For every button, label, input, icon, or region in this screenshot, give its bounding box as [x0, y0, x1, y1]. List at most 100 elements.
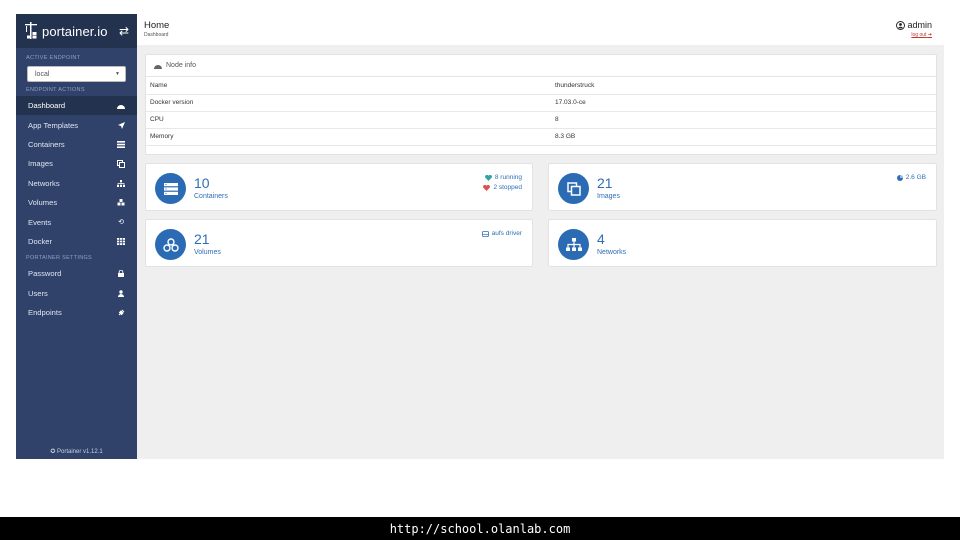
user-circle-icon [896, 20, 906, 30]
caret-down-icon: ▼ [115, 71, 120, 77]
portainer-settings-title: PORTAINER SETTINGS [26, 255, 93, 262]
networks-label: Networks [597, 249, 627, 256]
page-title: Home [144, 20, 170, 31]
version-footer: ✪ Portainer v1.12.1 [16, 448, 137, 455]
cubes-icon [155, 229, 186, 260]
running-count: 8 running [494, 174, 522, 181]
heartbeat-icon [483, 185, 491, 191]
containers-count: 10 [194, 175, 210, 191]
stopped-count: 2 stopped [493, 184, 522, 191]
images-size-row: 2.6 GB [896, 173, 926, 183]
brand-name: portainer.io [42, 23, 108, 39]
volumes-driver-row: aufs driver [481, 229, 522, 239]
sidebar-item-label: Containers [28, 139, 65, 149]
sidebar-item-app-templates[interactable]: App Templates [16, 115, 137, 134]
sidebar-item-images[interactable]: Images [16, 154, 137, 173]
sidebar-item-label: Images [28, 159, 53, 169]
node-info-value: 17.03.0-ce [551, 94, 936, 112]
banner-url: http://school.olanlab.com [389, 521, 571, 536]
sidebar-item-label: Events [28, 217, 52, 227]
version-text: Portainer v1.12.1 [57, 449, 103, 455]
sidebar-item-label: App Templates [28, 120, 79, 130]
clone-icon [117, 159, 125, 168]
endpoint-select[interactable]: local ▼ [27, 66, 126, 82]
sidebar-item-volumes[interactable]: Volumes [16, 193, 137, 212]
node-info-panel: Node info Name thunderstruck Docker vers… [145, 54, 937, 155]
sidebar-item-label: Networks [28, 178, 60, 188]
pie-chart-icon [896, 175, 903, 181]
node-info-table: Name thunderstruck Docker version 17.03.… [146, 77, 936, 146]
images-size: 2.6 GB [896, 173, 926, 183]
table-row: Name thunderstruck [146, 77, 936, 95]
server-icon [155, 173, 186, 204]
footer-banner: http://school.olanlab.com [0, 517, 960, 540]
hdd-icon [481, 231, 489, 237]
sidebar-item-endpoints[interactable]: Endpoints [16, 303, 137, 322]
sidebar-item-label: Dashboard [28, 101, 66, 111]
node-info-value: 8 [551, 111, 936, 129]
sitemap-icon [558, 229, 589, 260]
sidebar-item-label: Users [28, 288, 48, 298]
dashboard-content: Node info Name thunderstruck Docker vers… [137, 45, 944, 459]
exchange-icon[interactable]: ⇄ [119, 24, 129, 38]
networks-count: 4 [597, 231, 605, 247]
table-row: Docker version 17.03.0-ce [146, 94, 936, 112]
cubes-icon [117, 199, 125, 207]
portainer-mini-icon: ✪ [50, 449, 56, 455]
brand-bar: portainer.io ⇄ [16, 14, 137, 48]
rocket-icon [117, 121, 125, 129]
node-info-key: Docker version [146, 94, 551, 112]
brand-logo[interactable]: portainer.io [24, 21, 108, 41]
sitemap-icon [117, 179, 125, 187]
sidebar-item-events[interactable]: Events ⟲ [16, 212, 137, 231]
table-row: CPU 8 [146, 111, 936, 129]
networks-widget[interactable]: 4 Networks [548, 219, 937, 267]
node-info-header: Node info [146, 55, 936, 77]
sidebar-item-networks[interactable]: Networks [16, 174, 137, 193]
sidebar-item-users[interactable]: Users [16, 284, 137, 303]
images-widget[interactable]: 21 Images 2.6 GB [548, 163, 937, 211]
sidebar-item-containers[interactable]: Containers [16, 135, 137, 154]
portainer-crane-icon [25, 22, 37, 39]
node-info-value: 8.3 GB [551, 128, 936, 146]
lock-icon [117, 270, 125, 278]
sign-out-icon: ➜ [927, 32, 932, 38]
volumes-driver: aufs driver [481, 229, 522, 239]
volumes-count: 21 [194, 231, 210, 247]
th-icon [117, 237, 125, 245]
logout-label: log out [911, 32, 927, 38]
endpoint-select-value: local [35, 70, 50, 78]
sidebar-item-dashboard[interactable]: Dashboard [16, 96, 137, 116]
user-name: admin [907, 20, 932, 30]
clone-icon [558, 173, 589, 204]
images-size-value: 2.6 GB [905, 174, 926, 181]
plug-icon [117, 309, 125, 317]
images-label: Images [597, 193, 620, 200]
endpoint-actions-title: ENDPOINT ACTIONS [26, 87, 85, 93]
running-status: 8 running [483, 173, 522, 183]
heartbeat-icon [484, 175, 492, 181]
volumes-driver-value: aufs driver [491, 230, 522, 237]
node-info-value: thunderstruck [551, 77, 936, 95]
volumes-label: Volumes [194, 249, 221, 256]
sidebar-item-docker[interactable]: Docker [16, 232, 137, 251]
sidebar-item-label: Volumes [28, 198, 58, 208]
sidebar-item-label: Endpoints [28, 308, 62, 318]
volumes-widget[interactable]: 21 Volumes aufs driver [145, 219, 533, 267]
active-endpoint-title: ACTIVE ENDPOINT [26, 55, 81, 61]
tachometer-icon [154, 64, 162, 69]
node-info-key: Name [146, 77, 551, 95]
containers-widget[interactable]: 10 Containers 8 running 2 stopped [145, 163, 533, 211]
server-icon [117, 140, 125, 148]
user-menu[interactable]: admin [896, 20, 932, 30]
containers-label: Containers [194, 193, 228, 200]
logout-link[interactable]: log out ➜ [896, 32, 932, 38]
breadcrumb: Dashboard [144, 32, 169, 38]
sidebar-item-password[interactable]: Password [16, 264, 137, 283]
page-header: Home Dashboard admin log out ➜ [144, 20, 936, 42]
images-count: 21 [597, 175, 613, 191]
user-box: admin log out ➜ [896, 20, 932, 38]
table-row: Memory 8.3 GB [146, 128, 936, 146]
sidebar-item-label: Docker [28, 236, 53, 246]
node-info-key: Memory [146, 128, 551, 146]
